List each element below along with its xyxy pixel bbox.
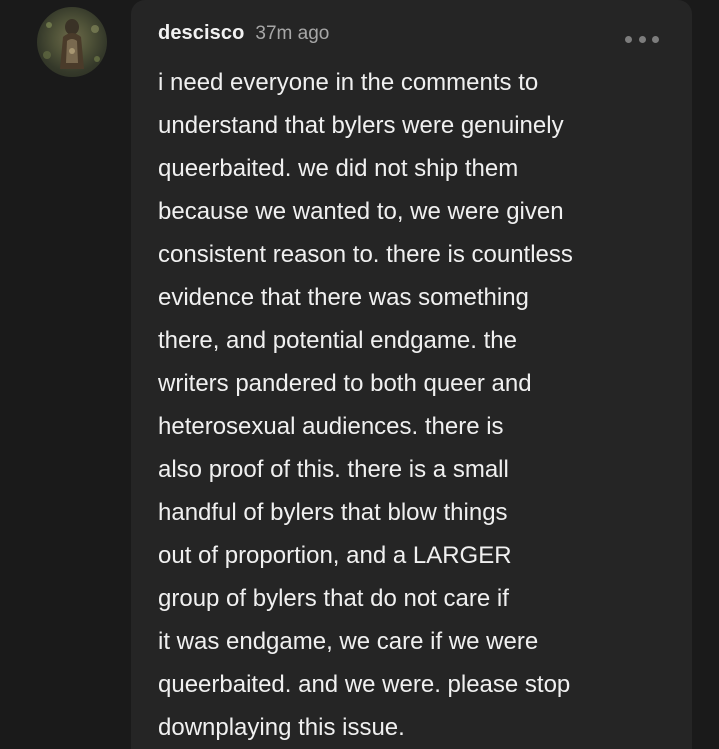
comment-line: writers pandered to both queer and — [158, 370, 532, 397]
comment-line: there, and potential endgame. the — [158, 327, 517, 354]
comment-line: consistent reason to. there is countless — [158, 241, 573, 268]
comment-line: understand that bylers were genuinely — [158, 112, 564, 139]
comment-body: i need everyone in the comments to under… — [158, 61, 678, 749]
more-options-button[interactable] — [625, 31, 659, 47]
comment-line: out of proportion, and a LARGER — [158, 542, 512, 569]
comment-line: i need everyone in the comments to — [158, 69, 539, 96]
comment-line: evidence that there was something — [158, 284, 529, 311]
more-horizontal-icon — [638, 35, 646, 43]
avatar-image — [43, 19, 100, 69]
comment-line: downplaying this issue. — [158, 714, 405, 741]
comment-line: also proof of this. there is a small — [158, 456, 509, 483]
timestamp: 37m ago — [255, 23, 330, 44]
avatar[interactable] — [37, 7, 107, 77]
more-horizontal-icon — [625, 35, 632, 43]
comment-line: queerbaited. we did not ship them — [158, 155, 519, 182]
comment-line: group of bylers that do not care if — [158, 585, 509, 612]
username[interactable]: descisco — [158, 22, 244, 45]
comment-line: it was endgame, we care if we were — [158, 628, 539, 655]
comment-line: handful of bylers that blow things — [158, 499, 508, 526]
comment-card: descisco 37m ago i need everyone in the … — [131, 0, 692, 749]
comment-line: queerbaited. and we were. please stop — [158, 671, 571, 698]
comment-line: because we wanted to, we were given — [158, 198, 564, 225]
comment-header: descisco 37m ago — [158, 22, 329, 52]
comment-line: heterosexual audiences. there is — [158, 413, 504, 440]
more-horizontal-icon — [652, 35, 659, 43]
